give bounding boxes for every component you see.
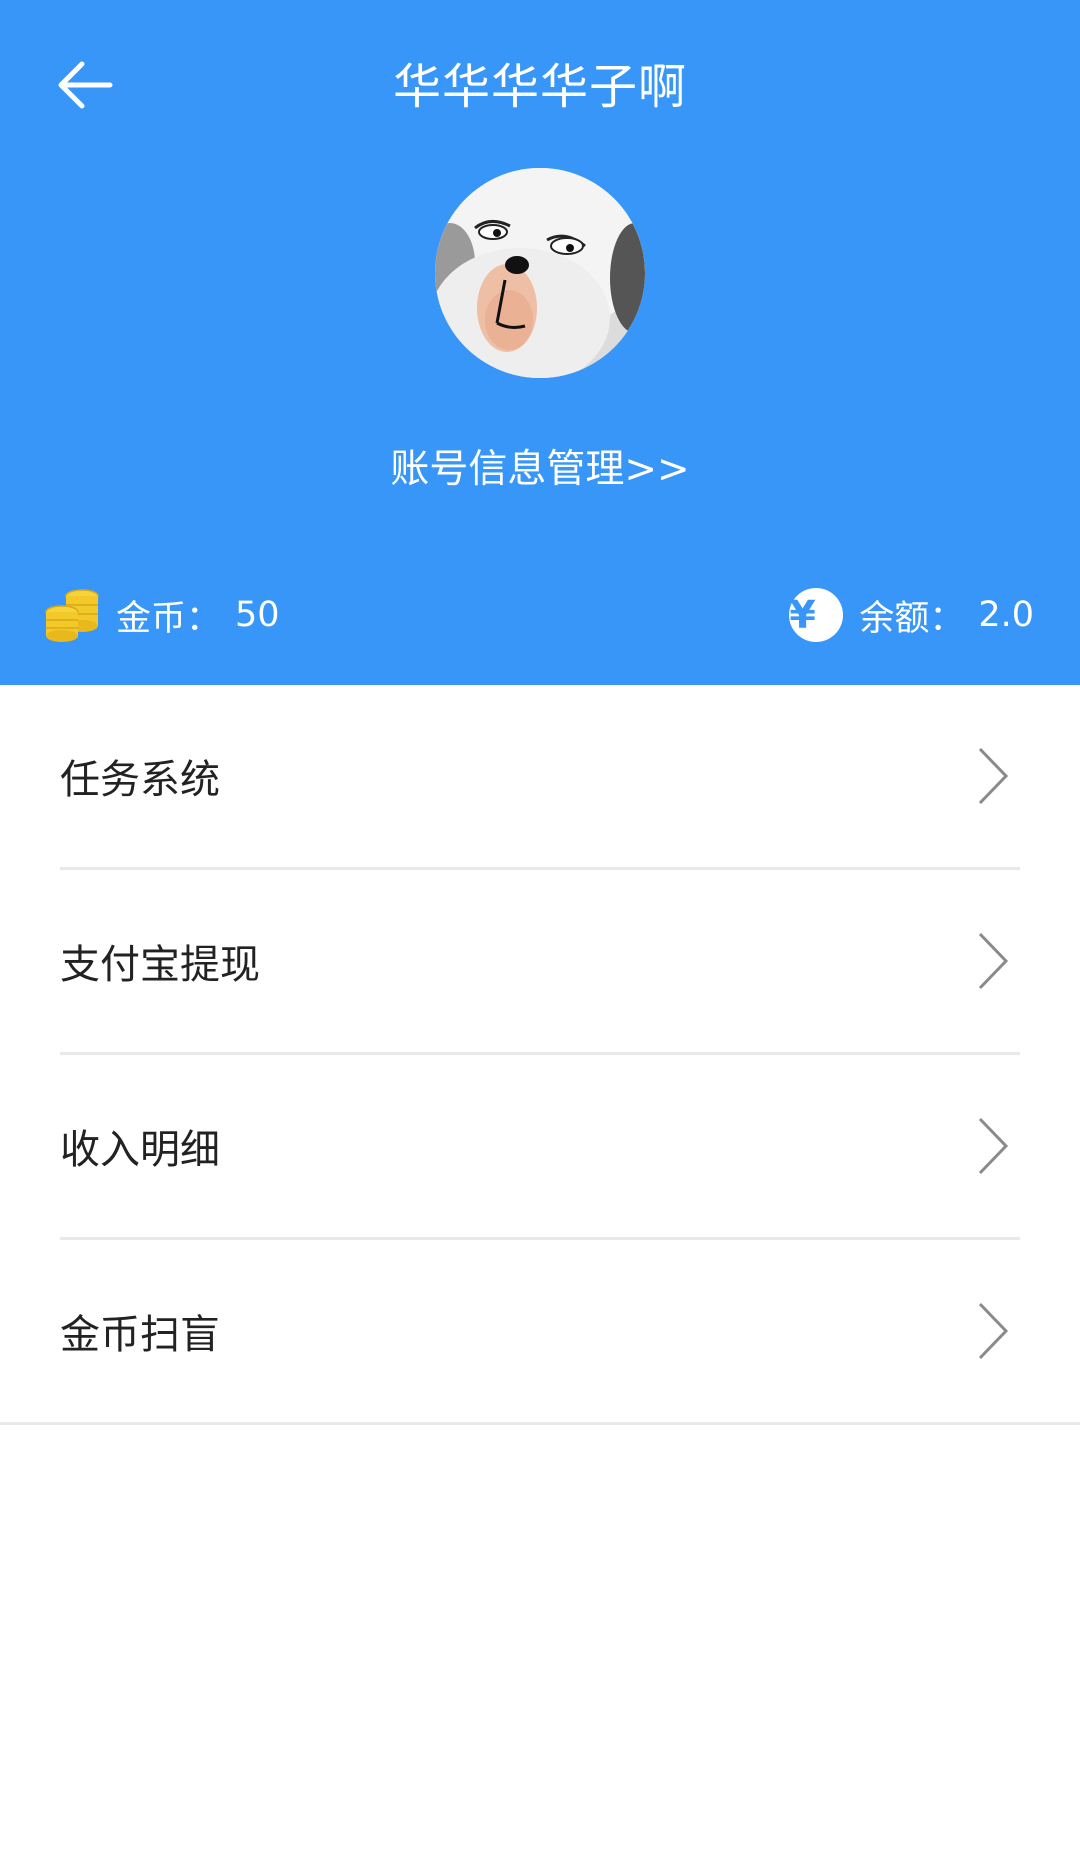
- chevron-right-icon: [976, 1300, 1010, 1362]
- chevron-right-icon: [976, 930, 1010, 992]
- chevron-right-icon: [976, 1115, 1010, 1177]
- menu-item-label: 金币扫盲: [60, 1312, 220, 1358]
- coins-icon: [45, 589, 99, 642]
- menu-item-label: 任务系统: [60, 757, 220, 803]
- menu-item-task-system[interactable]: 任务系统: [60, 685, 1020, 870]
- menu-item-coin-guide[interactable]: 金币扫盲: [0, 1240, 1080, 1425]
- menu-item-alipay-withdraw[interactable]: 支付宝提现: [60, 870, 1020, 1055]
- coins-label: 金币：: [116, 598, 222, 639]
- page-title: 华华华华子啊: [392, 59, 687, 115]
- coins-stat: 金币： 50: [44, 580, 280, 650]
- account-management-link[interactable]: 账号信息管理>>: [0, 440, 1080, 500]
- menu-item-income-details[interactable]: 收入明细: [60, 1055, 1020, 1240]
- menu-item-label: 收入明细: [60, 1127, 220, 1173]
- balance-value: 2.0: [978, 595, 1034, 635]
- profile-header: 华华华华子啊 账号信息管理>> 金币： 50 ¥ 余额： 2.0: [0, 0, 1080, 685]
- avatar-image: [435, 168, 645, 378]
- chevron-right-icon: [976, 745, 1010, 807]
- balance-label: 余额：: [859, 598, 965, 639]
- menu-list: 任务系统 支付宝提现 收入明细 金币扫盲: [0, 685, 1080, 1425]
- avatar[interactable]: [435, 168, 645, 378]
- balance-stat: ¥ 余额： 2.0: [789, 580, 1034, 650]
- profile-page: 华华华华子啊 账号信息管理>> 金币： 50 ¥ 余额： 2.0 任务系统 支付…: [0, 0, 1080, 1852]
- coins-value: 50: [235, 595, 280, 635]
- yuan-icon: ¥: [789, 588, 844, 642]
- menu-item-label: 支付宝提现: [60, 942, 260, 988]
